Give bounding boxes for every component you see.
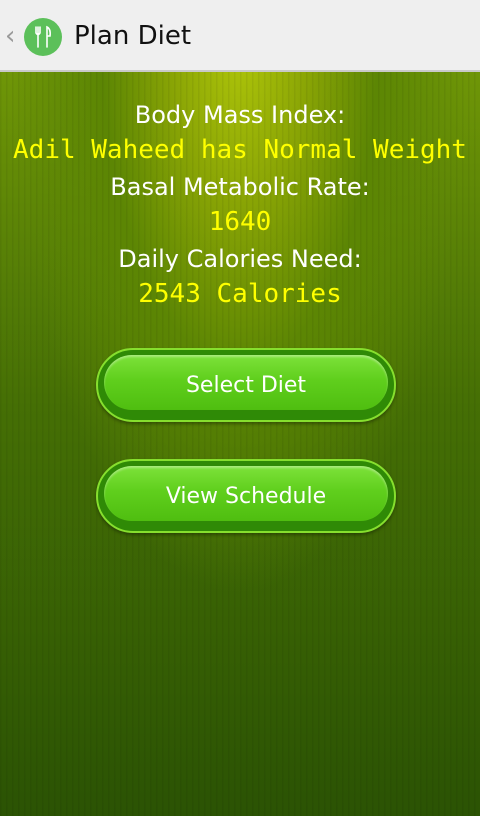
select-diet-label: Select Diet	[185, 372, 307, 398]
utensils-icon[interactable]	[24, 18, 62, 56]
calories-value: 2543 Calories	[138, 279, 342, 309]
select-diet-button[interactable]: Select Diet	[96, 348, 396, 422]
main-content: Body Mass Index: Adil Waheed has Normal …	[0, 72, 480, 816]
calories-label: Daily Calories Need:	[118, 245, 362, 273]
bmi-label: Body Mass Index:	[134, 101, 346, 129]
bmi-value: Adil Waheed has Normal Weight	[13, 135, 467, 165]
page-title: Plan Diet	[74, 21, 192, 51]
view-schedule-label: View Schedule	[165, 483, 327, 509]
bmr-value: 1640	[208, 207, 272, 237]
action-bar: ‹ Plan Diet	[0, 0, 480, 72]
view-schedule-button[interactable]: View Schedule	[96, 459, 396, 533]
chevron-left-icon[interactable]: ‹	[5, 22, 19, 50]
bmr-label: Basal Metabolic Rate:	[110, 173, 370, 201]
